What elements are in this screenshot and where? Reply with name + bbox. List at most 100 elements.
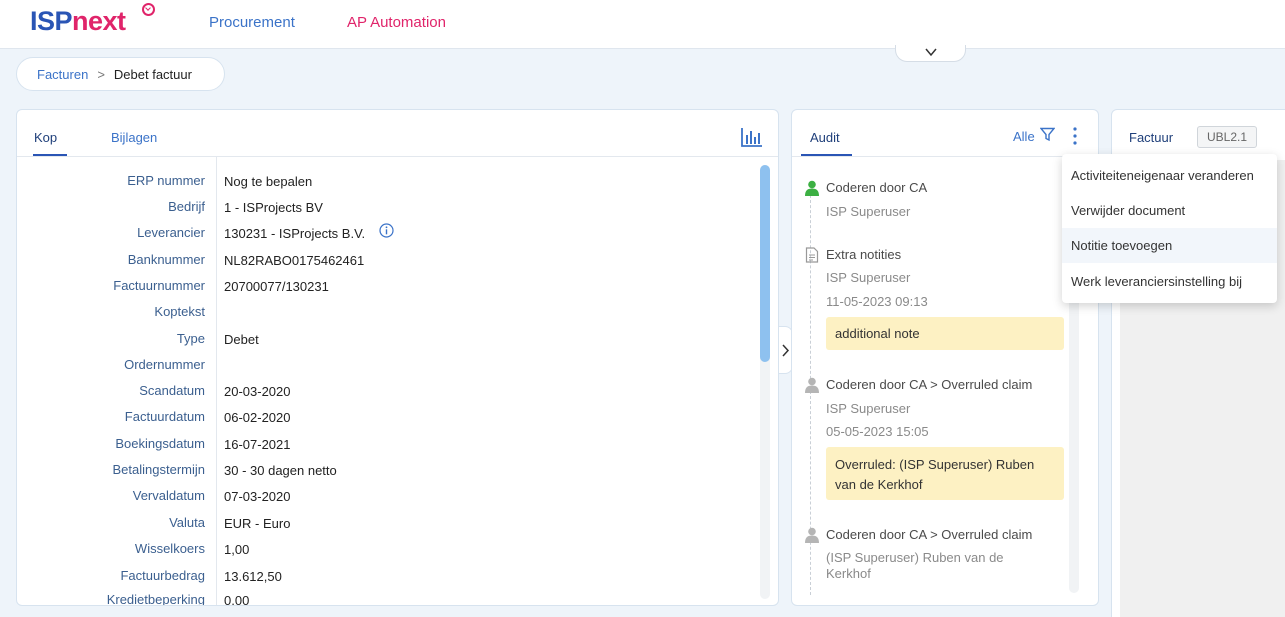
more-options-icon[interactable] [1073,127,1077,148]
top-bar: ISPnext Procurement AP Automation [0,0,1285,49]
field-label: Factuurdatum [124,409,205,424]
field-value: 07-03-2020 [224,489,291,504]
field-row: Factuurdatum 06-02-2020 [17,404,762,430]
field-value: 06-02-2020 [224,410,291,425]
field-row: Factuurbedrag 13.612,50 [17,563,762,589]
breadcrumb-separator: > [97,66,105,82]
field-value: 30 - 30 dagen netto [224,463,337,478]
field-label: Wisselkoers [134,541,205,556]
field-value: 16-07-2021 [224,437,291,452]
field-value: 20700077/130231 [224,279,329,294]
field-row: Boekingsdatum 16-07-2021 [17,431,762,457]
user-grey-icon [805,527,819,546]
menu-item-delete-document[interactable]: Verwijder document [1062,193,1277,228]
field-label: Factuurbedrag [120,568,205,583]
form-scrollbar-thumb[interactable] [760,165,770,362]
field-label: Ordernummer [124,357,205,372]
audit-tab-indicator [801,154,852,156]
form-scrollbar[interactable] [760,165,770,599]
field-label: Bedrijf [168,199,205,214]
field-label: Valuta [169,515,205,530]
field-row: Scandatum 20-03-2020 [17,378,762,404]
audit-item-title: Coderen door CA [826,180,928,195]
field-label: Type [176,331,205,346]
chevron-right-icon [782,344,790,357]
invoice-header-panel: Kop Bijlagen ERP nummer Nog te bepalen Bed… [16,109,779,606]
audit-item-user: ISP Superuser [826,401,911,416]
info-icon[interactable] [379,223,394,238]
chart-icon[interactable] [741,127,763,150]
main-tabs: Kop Bijlagen [17,110,778,157]
audit-item-user: (ISP Superuser) Ruben van de Kerkhof [826,550,1004,581]
field-row: Betalingstermijn 30 - 30 dagen netto [17,457,762,483]
field-row: Bedrijf 1 - ISProjects BV [17,194,762,220]
audit-item-title: Coderen door CA > Overruled claim [826,527,1033,542]
field-label: Kredietbeperking [106,592,205,605]
field-label: ERP nummer [127,173,205,188]
field-value: 130231 - ISProjects B.V. [224,226,366,241]
chevron-down-icon [924,48,937,57]
audit-item-date: 11-05-2023 09:13 [826,294,928,309]
tab-audit[interactable]: Audit [810,130,840,145]
supplier-info[interactable] [375,223,394,239]
audit-item-title: Coderen door CA > Overruled claim [826,377,1033,392]
field-row: Koptekst [17,299,762,325]
invoice-header-form: ERP nummer Nog te bepalen Bedrijf 1 - ISPro… [17,157,762,605]
audit-filter-select[interactable]: Alle [1013,129,1035,144]
filter-icon[interactable] [1039,127,1056,145]
audit-panel: Audit Alle Coderen door CA ISP Superuser… [791,109,1099,606]
logo-badge-icon [142,3,155,16]
field-row: Leverancier 130231 - ISProjects B.V. [17,220,762,246]
tab-kop[interactable]: Kop [34,130,57,145]
audit-item-user: ISP Superuser [826,204,911,219]
breadcrumb-current: Debet factuur [113,66,192,82]
menu-item-add-note[interactable]: Notitie toevoegen [1062,228,1277,263]
audit-actions-menu: Activiteiteneigenaar veranderen Verwijde… [1062,154,1277,303]
field-label: Vervaldatum [132,488,205,503]
tab-bijlagen[interactable]: Bijlagen [111,130,157,145]
field-value: Debet [224,332,259,347]
field-row: Kredietbeperking 0,00 [17,587,762,605]
audit-item-date: 05-05-2023 15:05 [826,424,929,439]
ubl-badge: UBL2.1 [1197,126,1257,148]
breadcrumb-facturen[interactable]: Facturen [37,67,88,82]
field-label: Factuurnummer [113,278,205,293]
field-value: EUR - Euro [224,516,291,531]
field-row: Valuta EUR - Euro [17,510,762,536]
audit-tabs: Audit Alle [792,110,1098,157]
field-label: Banknummer [127,252,205,267]
field-label: Scandatum [139,383,205,398]
field-value: 1 - ISProjects BV [224,200,323,215]
audit-item-title: Extra notities [826,247,902,262]
field-row: Banknummer NL82RABO0175462461 [17,247,762,273]
field-row: Wisselkoers 1,00 [17,536,762,562]
user-green-icon [805,180,819,199]
header-collapse-toggle[interactable] [895,45,966,62]
active-tab-indicator [33,154,67,156]
nav-ap-automation[interactable]: AP Automation [347,14,446,31]
field-value: NL82RABO0175462461 [224,253,365,268]
nav-procurement[interactable]: Procurement [209,14,295,31]
document-icon [805,247,819,266]
audit-note: additional note [826,317,1064,350]
field-row: Factuurnummer 20700077/130231 [17,273,762,299]
field-row: ERP nummer Nog te bepalen [17,168,762,194]
field-value: Nog te bepalen [224,174,313,189]
field-value: 13.612,50 [224,569,282,584]
field-label: Boekingsdatum [115,436,205,451]
user-grey-icon [805,377,819,396]
menu-item-update-supplier-setting[interactable]: Werk leveranciersinstelling bij [1062,264,1277,299]
field-value: 20-03-2020 [224,384,291,399]
field-value: 1,00 [224,542,250,557]
ispnext-logo[interactable]: ISPnext [30,6,126,37]
tab-factuur[interactable]: Factuur [1129,130,1173,145]
field-row: Vervaldatum 07-03-2020 [17,483,762,509]
breadcrumb: Facturen > Debet factuur [16,57,225,91]
field-label: Betalingstermijn [112,462,206,477]
menu-item-change-owner[interactable]: Activiteiteneigenaar veranderen [1062,158,1277,193]
audit-note: Overruled: (ISP Superuser) Ruben van de … [826,447,1064,500]
field-label: Koptekst [154,304,205,319]
field-label: Leverancier [137,225,205,240]
field-value: 0,00 [224,593,250,605]
field-row: Ordernummer [17,352,762,378]
